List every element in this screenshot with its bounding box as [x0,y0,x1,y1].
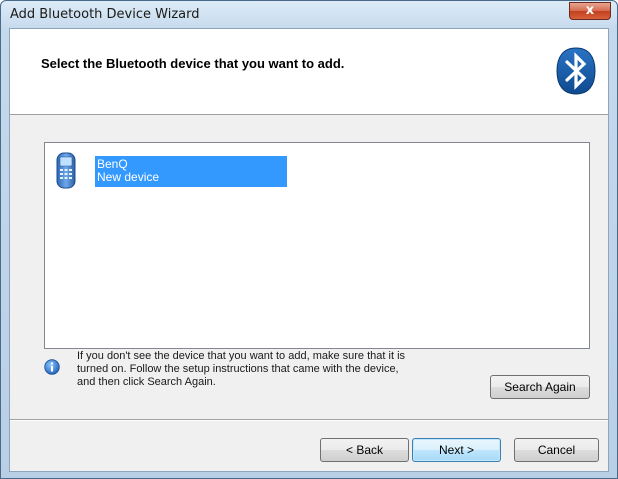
search-again-button[interactable]: Search Again [490,375,590,399]
wizard-client-area: Select the Bluetooth device that you wan… [9,28,609,472]
cancel-button[interactable]: Cancel [514,438,599,462]
info-line: turned on. Follow the setup instructions… [77,363,399,375]
back-button[interactable]: < Back [320,438,409,462]
info-message: If you don't see the device that you wan… [77,350,457,389]
wizard-window: Add Bluetooth Device Wizard x Select the… [0,0,618,479]
close-button[interactable]: x [569,2,611,20]
device-label[interactable]: BenQ New device [95,156,287,187]
info-line: If you don't see the device that you wan… [77,350,406,362]
wizard-header: Select the Bluetooth device that you wan… [10,29,608,115]
phone-icon [56,152,76,189]
footer-divider [10,419,608,421]
device-status: New device [97,170,160,184]
page-title: Select the Bluetooth device that you wan… [41,56,345,71]
list-item[interactable]: BenQ New device [51,149,287,189]
next-button[interactable]: Next > [412,438,501,462]
close-icon: x [585,3,595,18]
title-bar[interactable]: Add Bluetooth Device Wizard x [1,1,617,28]
info-line: and then click Search Again. [77,376,216,388]
window-title: Add Bluetooth Device Wizard [10,7,200,22]
device-list[interactable]: BenQ New device [44,142,590,349]
bluetooth-icon [556,47,596,95]
info-icon [44,359,60,375]
